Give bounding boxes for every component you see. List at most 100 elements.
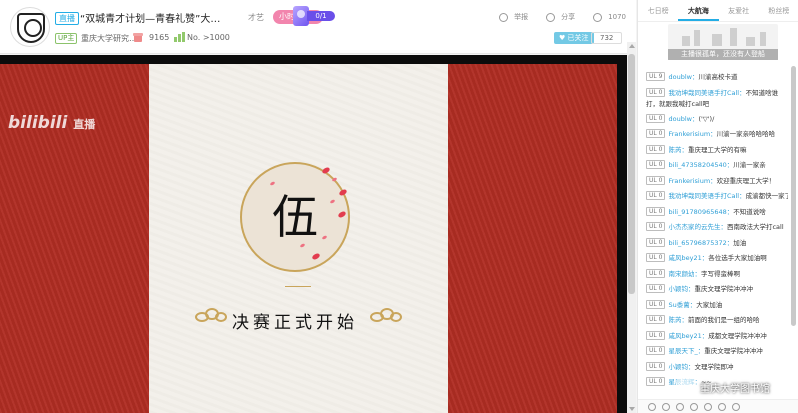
tab-seven-day[interactable]: 七日榜 — [638, 0, 678, 21]
danmaku-item[interactable]: UL 0 bili_65796875372：加油 — [646, 237, 788, 249]
more-icon[interactable] — [718, 403, 726, 411]
chat-toolbar — [638, 399, 798, 413]
danmaku-item[interactable]: UL 0 小颖钧：重庆文理学院冲冲冲 — [646, 284, 788, 295]
emoji-icon[interactable] — [648, 403, 656, 411]
danmaku-username[interactable]: doublw — [668, 115, 691, 123]
danmaku-item[interactable]: UL 0 Su黍蓠：大家加油 — [646, 299, 788, 311]
danmaku-username[interactable]: 陈芮 — [668, 146, 681, 154]
viewers-icon — [593, 12, 603, 22]
user-level-badge: UL 0 — [646, 268, 666, 278]
scroll-down-icon[interactable] — [629, 407, 635, 411]
danmaku-item[interactable]: UL 0 陈芮：重庆理工大学的有嘛 — [646, 144, 788, 156]
danmaku-list[interactable]: UL 9 doublw：川渝高校卡道 UL 0 我劝坤哉同美语手打Call：不知道啥谁… — [638, 72, 788, 397]
danmaku-text: 成渝都快一家了 — [745, 192, 788, 200]
gift-icon — [133, 32, 143, 42]
up-tag: UP主 — [55, 33, 78, 44]
danmaku-item[interactable]: UL 0 Frankerisium：川渝一家亲哈哈哈哈 — [646, 129, 788, 140]
tab-guard[interactable]: 大航海 — [678, 0, 719, 21]
danmaku-username[interactable]: bili_65796875372 — [668, 239, 726, 247]
danmaku-item[interactable]: UL 0 bili_47358204540：川渝一家亲 — [646, 160, 788, 171]
rank-bars-icon — [174, 32, 185, 42]
danmaku-username[interactable]: bili_47358204540 — [668, 161, 726, 169]
user-level-badge: UL 0 — [646, 346, 666, 355]
danmaku-username[interactable]: 我劝坤哉同美语手打Call — [668, 89, 739, 97]
danmaku-item[interactable]: UL 9 doublw：川渝高校卡道 — [646, 72, 788, 83]
pk-progress-badge[interactable]: 0/1 — [293, 6, 335, 26]
danmaku-text: 字写得蛮棒啊 — [700, 269, 740, 278]
shield-icon[interactable] — [690, 403, 698, 411]
streamer-avatar[interactable] — [10, 7, 50, 47]
viewer-count: 1070 — [608, 13, 626, 21]
user-level-badge: UL 9 — [646, 72, 666, 81]
danmaku-username[interactable]: Frankerisium — [668, 177, 710, 185]
danmaku-item[interactable]: UL 0 Frankerisium：欢迎重庆理工大学！ — [646, 175, 788, 187]
danmaku-item[interactable]: UL 0 陈芮：前面的我们是一组的哈哈 — [646, 315, 788, 326]
user-level-badge: UL 0 — [646, 222, 666, 231]
settings-icon[interactable] — [662, 403, 670, 411]
share-icon[interactable] — [546, 12, 556, 22]
danmaku-item[interactable]: UL 0 咸风bey21：成都文理学院冲冲冲 — [646, 330, 788, 342]
guard-empty-text: 主播很孤单，还没有人登船 — [668, 49, 778, 60]
user-level-badge: UL 0 — [646, 87, 666, 97]
gift-panel-icon[interactable] — [676, 403, 684, 411]
danmaku-username[interactable]: 南宋颜幼 — [668, 270, 694, 278]
share-button[interactable]: 分享 — [561, 12, 575, 22]
cloud-ornament-icon — [195, 306, 229, 326]
cloud-ornament-icon — [370, 306, 404, 326]
danmaku-username[interactable]: Frankerisium — [668, 130, 710, 138]
danmaku-item[interactable]: UL 0 bili_91780965648：不知道说啥 — [646, 206, 788, 218]
danmaku-username[interactable]: 咸风bey21 — [668, 254, 701, 262]
danmaku-username[interactable]: Su黍蓠 — [668, 301, 689, 309]
room-title: “双城青才计划—青春礼赞”大学… — [80, 14, 230, 25]
scroll-up-icon[interactable] — [629, 44, 635, 48]
danmaku-username[interactable]: 我劝坤哉同美语手打Call — [668, 192, 739, 200]
danmaku-text: 前面的我们是一组的哈哈 — [687, 316, 760, 324]
live-room-page: 直播 “双城青才计划—青春礼赞”大学… 才艺 小时总榜 › 0/1 UP主 重庆… — [0, 0, 798, 413]
danmaku-item[interactable]: UL 0 doublw：('▽')/ — [646, 113, 788, 125]
rank-tabs: 七日榜 大航海 友爱社 粉丝榜 — [638, 0, 798, 22]
user-level-badge: UL 0 — [646, 175, 666, 185]
scrollbar-thumb[interactable] — [628, 54, 635, 294]
guard-banner: 主播很孤单，还没有人登船 — [638, 22, 798, 62]
danmaku-text: 大家加油 — [696, 300, 723, 309]
danmaku-username[interactable]: doublw — [668, 73, 691, 81]
danmaku-text: 川渝高校卡道 — [698, 73, 738, 81]
gift-count: 9165 — [149, 33, 170, 42]
danmaku-username[interactable]: 小颖钧 — [668, 363, 688, 371]
report-button[interactable]: 举报 — [514, 12, 528, 22]
danmaku-username[interactable]: bili_91780965648 — [668, 208, 726, 216]
danmaku-username[interactable]: 小颖钧 — [668, 285, 688, 293]
trash-icon[interactable] — [732, 403, 740, 411]
room-header: 直播 “双城青才计划—青春礼赞”大学… 才艺 小时总榜 › 0/1 UP主 重庆… — [0, 0, 636, 54]
tab-fan-club[interactable]: 友爱社 — [719, 0, 759, 21]
category-link[interactable]: 才艺 — [248, 12, 264, 23]
danmaku-item[interactable]: UL 0 星辰天下_：重庆文理学院冲冲冲 — [646, 346, 788, 357]
page-scrollbar[interactable] — [627, 42, 636, 413]
follow-button[interactable]: ♥ 已关注 — [554, 32, 594, 44]
danmaku-item[interactable]: UL 0 南宋颜幼：字写得蛮棒啊 — [646, 268, 788, 280]
danmaku-item[interactable]: UL 0 小杰杰家的云先生：西南政法大学打call — [646, 222, 788, 233]
danmaku-item[interactable]: UL 0 小颖钧：文理学院即冲 — [646, 361, 788, 373]
danmaku-text: 川渝一家亲 — [733, 161, 766, 169]
danmaku-username[interactable]: 咸风bey21 — [668, 332, 701, 340]
chat-scrollbar[interactable] — [790, 62, 797, 402]
danmaku-text: 重庆理工大学的有嘛 — [687, 145, 747, 154]
user-level-badge: UL 0 — [646, 206, 666, 216]
danmaku-item[interactable]: UL 0 咸风bey21：各位选手大家加油啊 — [646, 253, 788, 264]
danmaku-username[interactable]: 陈芮 — [668, 316, 681, 324]
user-level-badge: UL 0 — [646, 299, 666, 309]
rank-number[interactable]: No. >1000 — [187, 33, 230, 42]
divider-line — [285, 286, 311, 287]
chat-scrollbar-thumb[interactable] — [791, 66, 796, 326]
up-name-link[interactable]: 重庆大学研究… — [81, 33, 137, 44]
report-icon[interactable] — [499, 12, 509, 22]
danmaku-item[interactable]: UL 0 我劝坤哉同美语手打Call：成渝都快一家了 — [646, 191, 788, 202]
user-level-badge: UL 0 — [646, 253, 666, 262]
mic-icon[interactable] — [704, 403, 712, 411]
danmaku-username[interactable]: 小杰杰家的云先生 — [668, 223, 720, 231]
user-level-badge: UL 0 — [646, 330, 666, 340]
danmaku-username[interactable]: 星辰天下_ — [668, 347, 697, 355]
danmaku-item[interactable]: UL 0 我劝坤哉同美语手打Call：不知道啥谁打，就跟我喊打call吧 — [646, 87, 788, 110]
tab-fans-rank[interactable]: 粉丝榜 — [759, 0, 798, 21]
library-logo-icon — [676, 378, 696, 394]
